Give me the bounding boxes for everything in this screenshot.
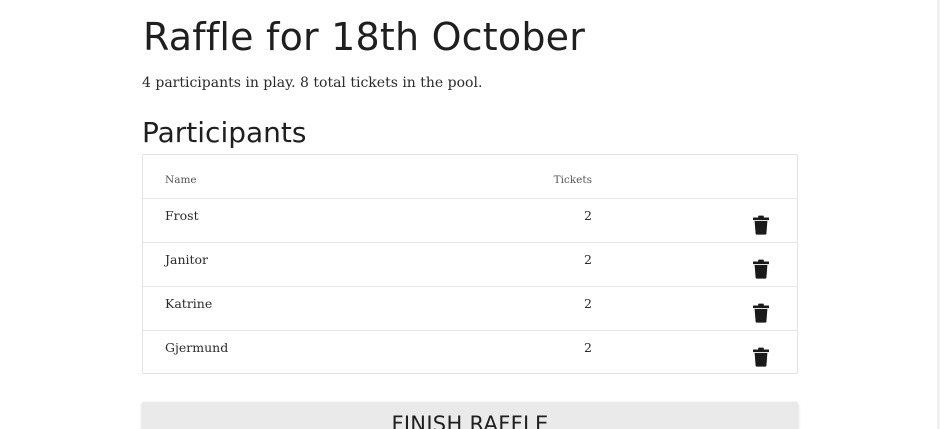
delete-participant-button[interactable] — [752, 215, 770, 235]
delete-participant-button[interactable] — [752, 347, 770, 367]
participant-tickets: 2 — [584, 340, 592, 355]
finish-raffle-button[interactable]: FINISH RAFFLE — [142, 402, 798, 429]
participant-tickets: 2 — [584, 296, 592, 311]
participant-name: Gjermund — [165, 340, 229, 355]
table-row: Gjermund 2 — [143, 331, 797, 374]
trash-icon — [753, 347, 769, 367]
trash-icon — [753, 303, 769, 323]
participant-name: Frost — [165, 208, 199, 223]
page-title: Raffle for 18th October — [143, 15, 586, 59]
raffle-summary: 4 participants in play. 8 total tickets … — [142, 75, 483, 91]
participant-name: Janitor — [165, 252, 209, 267]
delete-participant-button[interactable] — [752, 303, 770, 323]
participant-tickets: 2 — [584, 208, 592, 223]
participant-tickets: 2 — [584, 252, 592, 267]
table-row: Katrine 2 — [143, 287, 797, 331]
table-row: Frost 2 — [143, 199, 797, 243]
table-row: Janitor 2 — [143, 243, 797, 287]
trash-icon — [753, 215, 769, 235]
participant-name: Katrine — [165, 296, 213, 311]
trash-icon — [753, 259, 769, 279]
delete-participant-button[interactable] — [752, 259, 770, 279]
participants-heading: Participants — [142, 116, 307, 149]
column-header-name: Name — [165, 174, 197, 186]
column-header-tickets: Tickets — [553, 174, 592, 186]
table-header-row: Name Tickets — [143, 155, 797, 199]
participants-table: Name Tickets Frost 2 Janitor 2 Katrine 2… — [142, 154, 798, 374]
